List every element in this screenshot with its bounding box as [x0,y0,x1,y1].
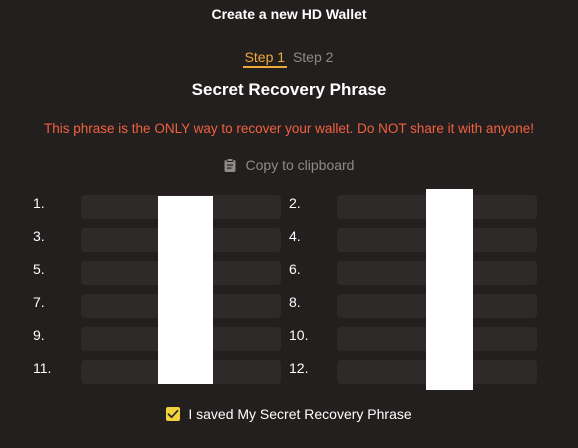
copy-to-clipboard-label: Copy to clipboard [245,157,355,173]
word-number: 10. [289,327,309,343]
word-number: 2. [289,195,301,211]
confirm-row: I saved My Secret Recovery Phrase [0,406,578,424]
clipboard-icon [224,158,236,172]
word-number: 7. [33,294,45,310]
warning-message: This phrase is the ONLY way to recover y… [44,121,534,136]
word-row: 5. 6. s [0,261,578,285]
page-heading: Secret Recovery Phrase [191,80,387,99]
word-number: 4. [289,228,301,244]
copy-to-clipboard-button[interactable]: Copy to clipboard [224,157,355,173]
word-number: 9. [33,327,45,343]
word-number: 3. [33,228,45,244]
copy-to-clipboard: Copy to clipboard [0,157,578,175]
word-row: 11. 12. p [0,360,578,384]
word-row: 1. 2. p [0,195,578,219]
step-indicator: Step 1 Step 2 [0,49,578,68]
word-row: 3. 4. fe [0,228,578,252]
word-number: 5. [33,261,45,277]
saved-phrase-label[interactable]: I saved My Secret Recovery Phrase [188,406,411,422]
word-row: 7. 8. [0,294,578,318]
word-row: 9. 10. g [0,327,578,351]
word-number: 12. [289,360,309,376]
saved-phrase-checkbox[interactable] [166,407,181,421]
check-icon [167,409,179,419]
step-2-tab[interactable]: Step 2 [291,49,335,66]
redaction-block [426,189,473,390]
word-number: 11. [33,360,52,376]
window-title: Create a new HD Wallet [211,6,367,22]
step-1-tab[interactable]: Step 1 [242,49,288,68]
word-number: 8. [289,294,301,310]
redaction-block [158,196,213,384]
word-number: 1. [33,195,45,211]
saved-phrase-checkbox-control[interactable]: I saved My Secret Recovery Phrase [166,406,412,422]
word-number: 6. [289,261,301,277]
